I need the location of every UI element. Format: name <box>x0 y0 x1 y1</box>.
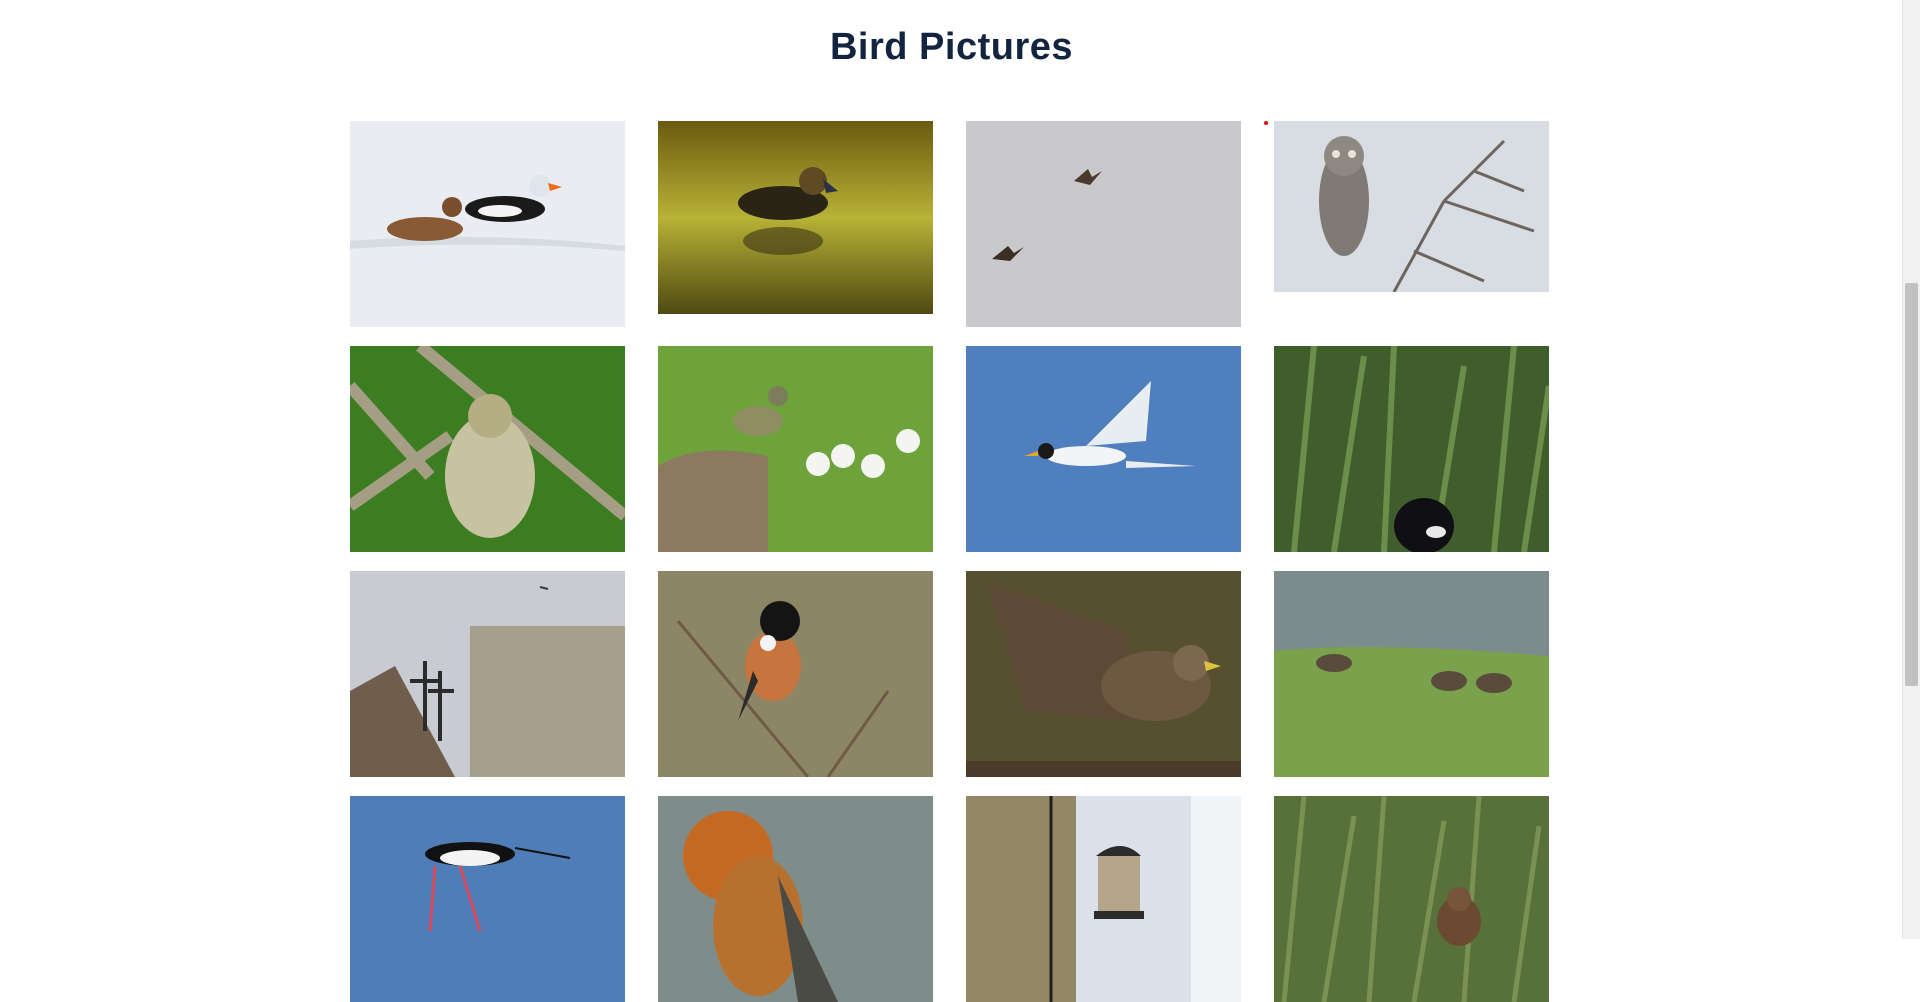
gallery-image[interactable] <box>1274 796 1549 1002</box>
gallery-image[interactable] <box>658 121 933 314</box>
scrollbar-thumb[interactable] <box>1905 283 1918 686</box>
gallery-image[interactable] <box>350 121 625 327</box>
gallery-image[interactable] <box>966 571 1241 777</box>
gallery-image[interactable] <box>350 346 625 552</box>
gallery-image[interactable] <box>966 346 1241 552</box>
photo-gallery <box>350 121 1550 1002</box>
gallery-image[interactable] <box>658 796 933 1002</box>
gallery-image[interactable] <box>966 121 1241 327</box>
gallery-image[interactable] <box>1274 346 1549 552</box>
gallery-image[interactable] <box>350 796 625 1002</box>
gallery-image[interactable] <box>658 571 933 777</box>
page-title: Bird Pictures <box>829 26 1074 68</box>
gallery-image[interactable] <box>658 346 933 552</box>
cursor-marker <box>1264 121 1268 125</box>
gallery-image[interactable] <box>966 796 1241 1002</box>
gallery-image[interactable] <box>350 571 625 777</box>
gallery-image[interactable] <box>1274 121 1549 292</box>
gallery-image[interactable] <box>1274 571 1549 777</box>
vertical-scrollbar[interactable] <box>1902 0 1920 939</box>
page: Bird Pictures <box>0 0 1903 1002</box>
